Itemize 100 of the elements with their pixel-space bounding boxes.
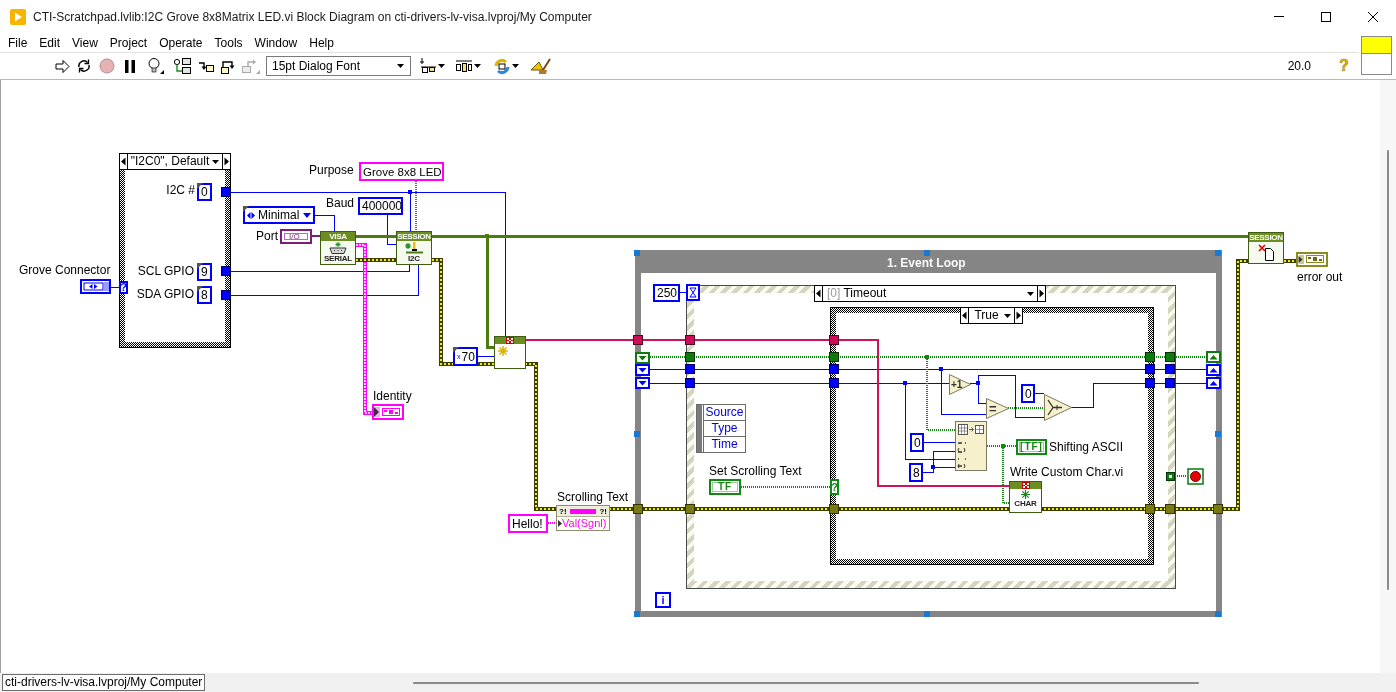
menu-item[interactable]: File [2, 33, 34, 52]
indicator-label: Identity [373, 388, 412, 404]
event-data-field: Type [703, 421, 745, 437]
enum-constant[interactable]: Minimal [243, 206, 315, 224]
constant-label: I2C # [166, 182, 195, 198]
hourglass-icon [686, 284, 700, 301]
constant-label: Purpose [309, 162, 354, 178]
case-selector[interactable]: True [960, 307, 1023, 324]
scrollbar-thumb[interactable] [1387, 150, 1389, 590]
arrow-right-icon [1037, 286, 1045, 301]
arrow-right-icon [1014, 308, 1022, 323]
stop-button-icon [1187, 468, 1204, 485]
minimize-icon [1273, 16, 1284, 17]
caret-icon [397, 64, 404, 68]
event-selector[interactable]: [0] Timeout [814, 285, 1046, 302]
arrow-left-icon [815, 286, 823, 301]
event-data-field: Source [703, 405, 745, 421]
handle-icon [1215, 431, 1221, 437]
handle-icon [634, 431, 640, 437]
selector-terminal: ? [830, 479, 839, 495]
error-dots-icon [1021, 482, 1030, 489]
broom-icon [530, 57, 552, 75]
menu-item[interactable]: Edit [33, 33, 67, 52]
menu-item[interactable]: Operate [153, 33, 209, 52]
caret-icon [1004, 313, 1011, 318]
arrow-into-box-icon [198, 59, 214, 73]
numeric-constant: 0 [1021, 384, 1035, 403]
distribute-icon [455, 59, 473, 73]
node-caption: I2C [408, 254, 420, 263]
close-document-icon [1256, 244, 1276, 262]
constant-label: SCL GPIO [137, 263, 194, 279]
close-icon [1367, 11, 1378, 22]
property-name: Val(Sgnl) [562, 517, 607, 530]
shift-register-icon [1206, 351, 1221, 363]
selector-terminal: ? [119, 281, 128, 294]
stop-sign-icon [99, 58, 115, 74]
boolean-control: TF [709, 479, 741, 495]
reorder-arrows-icon [492, 57, 511, 75]
scrollbar-thumb[interactable] [413, 681, 1200, 684]
caret-icon [438, 64, 445, 68]
node-label: Write Custom Char.vi [1010, 464, 1124, 480]
error-dots-icon [506, 337, 514, 344]
menu-item[interactable]: Project [103, 33, 154, 52]
menu-item[interactable]: View [66, 33, 104, 52]
numeric-constant: 8 [909, 463, 923, 482]
constant-label: Port [256, 228, 278, 244]
arrow-over-box-icon [220, 58, 236, 74]
shift-register-icon [1206, 377, 1221, 389]
string-constant: Hello! [508, 514, 548, 533]
stop-condition-icon [1166, 472, 1175, 481]
array-function-icon [955, 421, 987, 471]
asterisk-icon [1021, 490, 1030, 499]
numeric-wire [679, 291, 687, 293]
boolean-indicator: [TF] [1016, 439, 1047, 455]
node-title: SESSION [1249, 233, 1283, 242]
vi-icon [1361, 36, 1392, 75]
select-function-icon [1044, 394, 1072, 421]
numeric-constant: 0 [197, 183, 212, 201]
loop-title: 1. Event Loop [887, 255, 966, 271]
caret-icon [303, 212, 311, 218]
arrow-right-icon [558, 520, 562, 527]
handle-icon [1215, 250, 1221, 256]
bar-icon [570, 508, 596, 514]
caret-icon [511, 64, 519, 68]
arrow-icon [54, 58, 70, 74]
session-wire [356, 234, 396, 238]
menu-item[interactable]: Tools [208, 33, 249, 52]
arrow-right-icon [222, 154, 230, 169]
resource-wire [311, 235, 321, 237]
numeric-wire [476, 355, 495, 357]
tunnel-icon [221, 187, 231, 197]
serial-port-icon [328, 242, 348, 254]
enum-arrows-icon [247, 211, 255, 219]
tunnel-icon [633, 335, 643, 345]
numeric-constant: 250 [653, 284, 680, 302]
control-label: Grove Connector [19, 262, 111, 278]
error-terminal: ?! [559, 506, 567, 516]
constant-label: SDA GPIO [136, 286, 194, 302]
control-label: Set Scrolling Text [709, 463, 802, 479]
error-cluster-icon [1296, 252, 1328, 267]
vertical-scrollbar[interactable] [1380, 80, 1396, 673]
tunnel-icon [221, 290, 231, 300]
arrow-left-icon [120, 154, 128, 169]
window-title: CTI-Scratchpad.lvlib:I2C Grove 8x8Matrix LED.vi Block Diagram on cti-drivers-lv-visa.lvproj/My Computer [33, 9, 592, 24]
probe-icon [172, 58, 192, 74]
string-wire [547, 522, 557, 524]
menu-item[interactable]: Help [303, 33, 340, 52]
handle-icon [634, 250, 640, 256]
constant-label: Baud [326, 195, 355, 211]
number-label: 20.0 [1287, 59, 1311, 73]
project-path: cti-drivers-lv-visa.lvproj/My Computer [2, 674, 206, 691]
menu-item[interactable]: Window [248, 33, 304, 52]
asterisk-bar-icon [403, 242, 425, 254]
font-dropdown[interactable]: 15pt Dialog Font [266, 56, 411, 76]
maximize-icon [1320, 11, 1331, 22]
case-selector[interactable]: "I2C0", Default [119, 153, 231, 170]
app-icon [10, 8, 26, 25]
caret-icon [212, 159, 219, 164]
align-icon [420, 58, 437, 74]
cycle-arrows-icon [76, 58, 92, 74]
